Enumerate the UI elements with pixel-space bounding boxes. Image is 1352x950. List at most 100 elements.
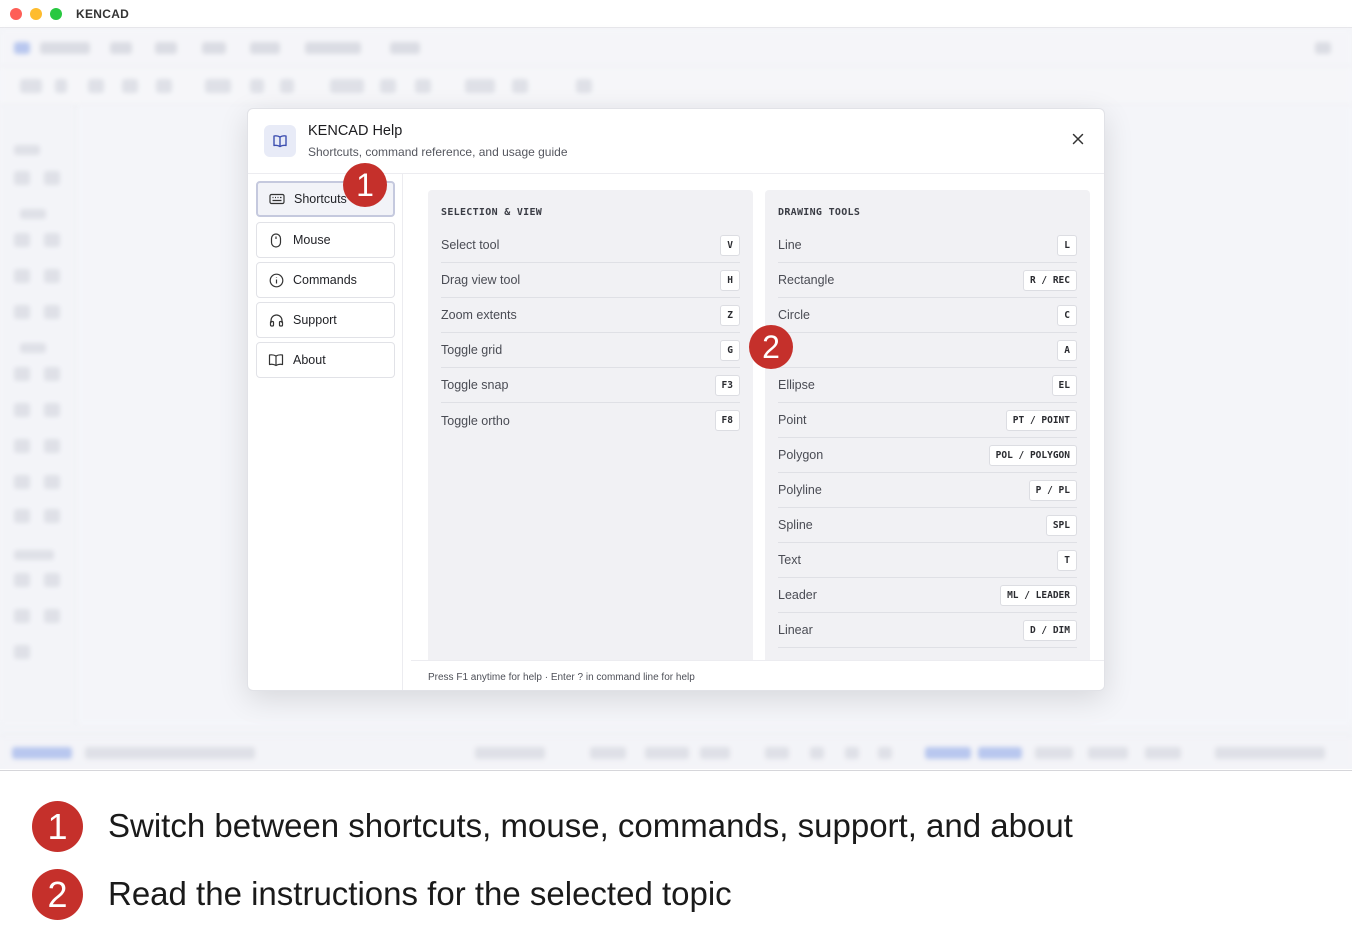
legend-item: 1 Switch between shortcuts, mouse, comma… bbox=[0, 801, 1352, 852]
help-content: SELECTION & VIEW Select tool V Drag view … bbox=[411, 174, 1104, 660]
minimize-window-button[interactable] bbox=[30, 7, 42, 20]
shortcut-name: Rectangle bbox=[778, 273, 835, 287]
shortcut-name: Ellipse bbox=[778, 378, 815, 392]
shortcut-key: F3 bbox=[714, 374, 740, 396]
shortcut-key: POL / POLYGON bbox=[988, 444, 1077, 466]
legend-text: Read the instructions for the selected t… bbox=[108, 875, 732, 912]
nav-item-label: Shortcuts bbox=[294, 192, 347, 206]
section-selection-view: SELECTION & VIEW Select tool V Drag view … bbox=[428, 190, 753, 660]
book-icon bbox=[268, 352, 284, 368]
info-icon bbox=[268, 272, 284, 288]
help-nav: Shortcuts Mouse Commands Support About bbox=[248, 174, 403, 690]
shortcut-name: Leader bbox=[778, 588, 817, 602]
maximize-window-button[interactable] bbox=[50, 7, 62, 20]
app-window: KENCAD KENCAD Help Shortcuts, command re… bbox=[0, 0, 1352, 769]
shortcut-key: D / DIM bbox=[1022, 619, 1077, 641]
shortcut-key: EL bbox=[1051, 374, 1077, 396]
background-menubar bbox=[0, 29, 1352, 67]
shortcut-key: A bbox=[1057, 339, 1077, 361]
footer-hint: Press F1 anytime for help · Enter ? in c… bbox=[428, 672, 695, 683]
shortcut-row: Leader ML / LEADER bbox=[778, 578, 1077, 613]
shortcut-name: Line bbox=[778, 238, 802, 252]
shortcut-name: Toggle snap bbox=[441, 378, 509, 392]
nav-item-about[interactable]: About bbox=[256, 342, 395, 378]
mouse-icon bbox=[268, 232, 284, 248]
shortcut-key: T bbox=[1057, 549, 1077, 571]
background-left-toolbar bbox=[0, 105, 76, 725]
shortcut-key: ML / LEADER bbox=[1000, 584, 1077, 606]
shortcut-name: Polyline bbox=[778, 483, 822, 497]
shortcut-name: Toggle ortho bbox=[441, 413, 510, 428]
book-icon bbox=[264, 125, 296, 157]
shortcut-row: A bbox=[778, 333, 1077, 368]
shortcut-row: Text T bbox=[778, 543, 1077, 578]
shortcut-list: Line L Rectangle R / REC Circle C A Ellipse… bbox=[778, 228, 1077, 648]
shortcut-key: L bbox=[1057, 234, 1077, 256]
shortcut-name: Toggle grid bbox=[441, 343, 503, 357]
shortcut-row: Toggle grid G bbox=[441, 333, 740, 368]
dialog-title: KENCAD Help bbox=[308, 123, 403, 139]
shortcut-row: Toggle ortho F8 bbox=[441, 403, 740, 438]
nav-item-label: Support bbox=[293, 313, 337, 327]
shortcut-name: Select tool bbox=[441, 238, 500, 252]
shortcut-row: Rectangle R / REC bbox=[778, 263, 1077, 298]
shortcut-key: G bbox=[720, 339, 740, 361]
shortcut-row: Ellipse EL bbox=[778, 368, 1077, 403]
shortcut-key: F8 bbox=[714, 410, 740, 431]
section-title: DRAWING TOOLS bbox=[778, 207, 861, 218]
shortcut-row: Zoom extents Z bbox=[441, 298, 740, 333]
window-controls bbox=[10, 7, 62, 20]
shortcut-name: Polygon bbox=[778, 448, 824, 462]
background-status-bar bbox=[0, 735, 1352, 769]
shortcut-name: Drag view tool bbox=[441, 273, 521, 287]
legend-number: 1 bbox=[32, 801, 83, 852]
shortcut-key: V bbox=[720, 234, 740, 256]
shortcut-row: Toggle snap F3 bbox=[441, 368, 740, 403]
nav-item-mouse[interactable]: Mouse bbox=[256, 222, 395, 258]
keyboard-icon bbox=[269, 191, 285, 207]
legend-item: 2 Read the instructions for the selected… bbox=[0, 869, 1352, 920]
section-drawing-tools: DRAWING TOOLS Line L Rectangle R / REC Cir… bbox=[765, 190, 1090, 660]
legend-text: Switch between shortcuts, mouse, command… bbox=[108, 807, 1073, 844]
shortcut-list: Select tool V Drag view tool H Zoom extent… bbox=[441, 228, 740, 438]
shortcut-key: Z bbox=[720, 304, 740, 326]
dialog-subtitle: Shortcuts, command reference, and usage … bbox=[308, 145, 568, 159]
nav-item-label: Mouse bbox=[293, 233, 331, 247]
shortcut-row: Point PT / POINT bbox=[778, 403, 1077, 438]
background-toolbar bbox=[0, 67, 1352, 105]
app-title: KENCAD bbox=[76, 6, 130, 21]
close-window-button[interactable] bbox=[10, 7, 22, 20]
shortcut-key: R / REC bbox=[1022, 269, 1077, 291]
shortcut-name: Linear bbox=[778, 623, 813, 637]
nav-item-commands[interactable]: Commands bbox=[256, 262, 395, 298]
shortcut-row: Drag view tool H bbox=[441, 263, 740, 298]
title-bar: KENCAD bbox=[0, 0, 1352, 28]
shortcut-name: Point bbox=[778, 413, 807, 427]
headphones-icon bbox=[268, 312, 284, 328]
section-title: SELECTION & VIEW bbox=[441, 207, 543, 218]
dialog-footer: Press F1 anytime for help · Enter ? in c… bbox=[411, 660, 1104, 690]
close-icon[interactable] bbox=[1066, 127, 1090, 151]
dialog-header: KENCAD Help Shortcuts, command reference… bbox=[248, 109, 1104, 174]
callout-marker-1: 1 bbox=[343, 163, 387, 207]
nav-item-label: Commands bbox=[293, 273, 357, 287]
nav-item-support[interactable]: Support bbox=[256, 302, 395, 338]
shortcut-key: SPL bbox=[1045, 514, 1077, 536]
legend-number: 2 bbox=[32, 869, 83, 920]
shortcut-row: Select tool V bbox=[441, 228, 740, 263]
shortcut-key: P / PL bbox=[1028, 479, 1077, 501]
shortcut-key: C bbox=[1057, 304, 1077, 326]
shortcut-name: Circle bbox=[778, 308, 810, 322]
shortcut-row: Line L bbox=[778, 228, 1077, 263]
shortcut-name: Text bbox=[778, 553, 801, 567]
shortcut-key: PT / POINT bbox=[1005, 409, 1077, 431]
callout-legend: 1 Switch between shortcuts, mouse, comma… bbox=[0, 770, 1352, 950]
shortcut-name: Spline bbox=[778, 518, 813, 532]
shortcut-row: Polyline P / PL bbox=[778, 473, 1077, 508]
shortcut-row: Polygon POL / POLYGON bbox=[778, 438, 1077, 473]
shortcut-row: Linear D / DIM bbox=[778, 613, 1077, 648]
nav-item-label: About bbox=[293, 353, 326, 367]
shortcut-name: Zoom extents bbox=[441, 308, 517, 322]
callout-marker-2: 2 bbox=[749, 325, 793, 369]
shortcut-row: Spline SPL bbox=[778, 508, 1077, 543]
